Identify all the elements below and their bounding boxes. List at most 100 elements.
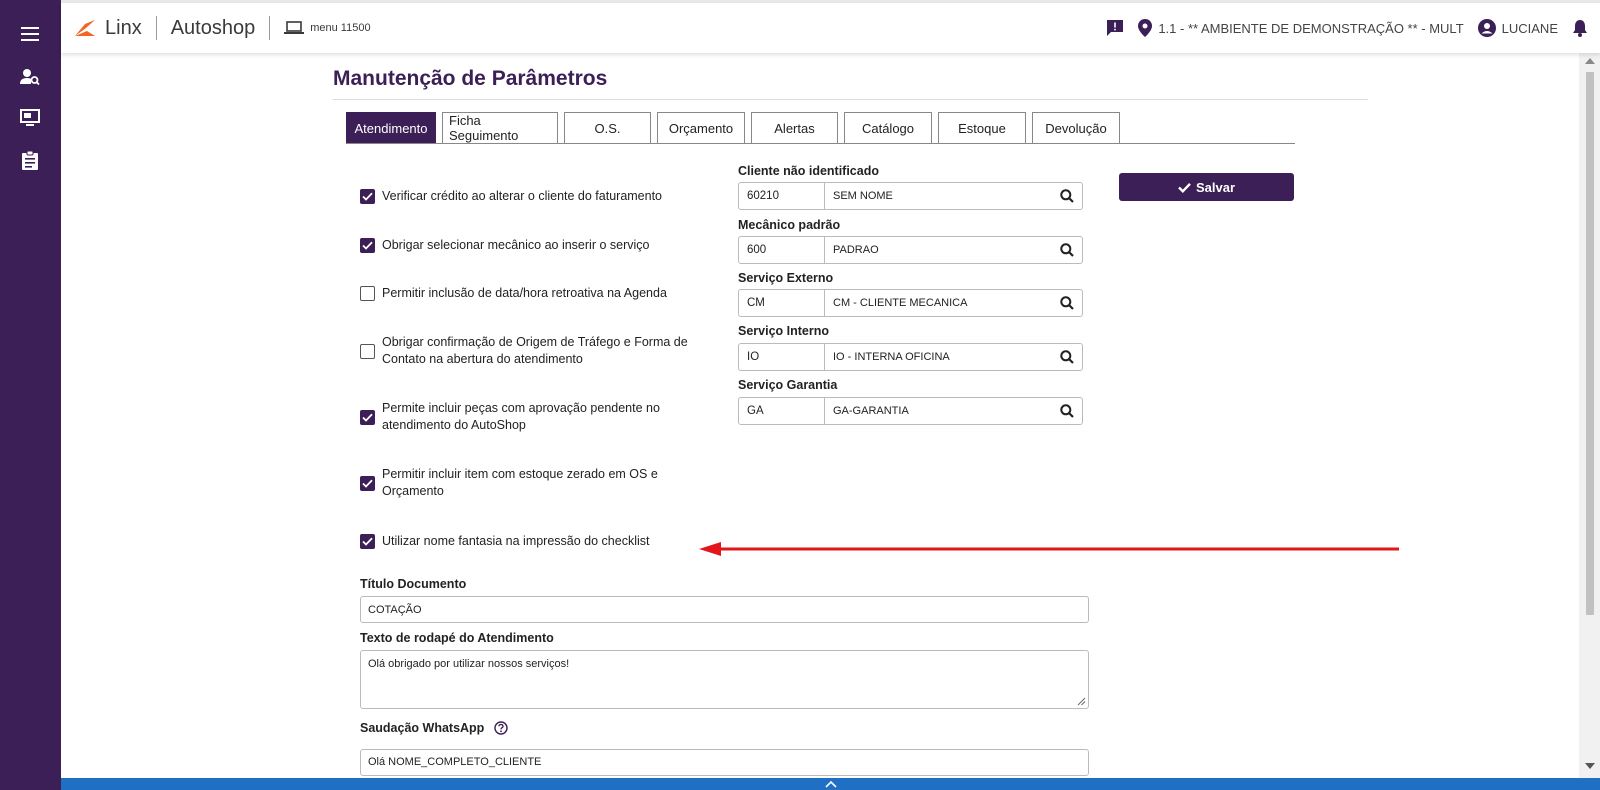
checkmark-icon [362, 192, 373, 201]
tab-estoque[interactable]: Estoque [938, 112, 1026, 143]
menu-ref-label: menu 11500 [310, 22, 371, 34]
checkbox-label: Utilizar nome fantasia na impressão do c… [382, 534, 650, 548]
titulo-documento-input[interactable]: COTAÇÃO [360, 596, 1089, 623]
lookup-desc-input[interactable]: GA-GARANTIA [825, 398, 1052, 424]
texto-rodape-value: Olá obrigado por utilizar nossos serviço… [368, 658, 570, 670]
scroll-down-icon[interactable] [1585, 763, 1595, 769]
texto-rodape-textarea[interactable]: Olá obrigado por utilizar nossos serviço… [360, 650, 1089, 709]
help-circle-icon[interactable] [494, 721, 509, 735]
account-circle-icon [1477, 19, 1496, 37]
notifications-button[interactable] [1572, 19, 1588, 37]
titulo-documento-label: Título Documento [360, 577, 467, 591]
lookup-label: Serviço Interno [738, 324, 829, 338]
environment-selector[interactable]: 1.1 - ** AMBIENTE DE DEMONSTRAÇÃO ** - M… [1138, 19, 1464, 37]
checkbox-nome-fantasia[interactable] [360, 534, 375, 549]
checkbox-row: Permitir incluir item com estoque zerado… [360, 466, 705, 500]
user-search-icon[interactable] [14, 62, 46, 92]
tab-devolucao[interactable]: Devolução [1032, 112, 1120, 143]
lookup-servico-externo: CM CM - CLIENTE MECANICA [738, 289, 1083, 317]
menu-reference[interactable]: menu 11500 [284, 21, 371, 35]
search-icon[interactable] [1052, 344, 1082, 370]
environment-label: 1.1 - ** AMBIENTE DE DEMONSTRAÇÃO ** - M… [1158, 20, 1464, 36]
lookup-desc-input[interactable]: SEM NOME [825, 183, 1052, 209]
lookup-servico-garantia: GA GA-GARANTIA [738, 397, 1083, 425]
tab-bar: Atendimento Ficha Seguimento O.S. Orçame… [346, 112, 1120, 143]
lookup-servico-interno: IO IO - INTERNA OFICINA [738, 343, 1083, 371]
checkbox-label: Obrigar selecionar mecânico ao inserir o… [382, 238, 650, 252]
checkbox-pecas-pendentes[interactable] [360, 409, 375, 425]
footer-bar[interactable] [61, 778, 1600, 790]
search-icon[interactable] [1052, 290, 1082, 316]
lookup-code-input[interactable]: 600 [739, 237, 825, 263]
save-button[interactable]: Salvar [1119, 173, 1294, 201]
tab-alertas[interactable]: Alertas [751, 112, 838, 143]
checkbox-estoque-zerado[interactable] [360, 475, 375, 491]
save-button-label: Salvar [1195, 179, 1236, 195]
clipboard-icon[interactable] [14, 145, 46, 175]
saudacao-input[interactable]: Olá NOME_COMPLETO_CLIENTE [360, 749, 1089, 776]
page-title: Manutenção de Parâmetros [333, 67, 608, 90]
search-icon[interactable] [1052, 398, 1082, 424]
user-menu[interactable]: LUCIANE [1477, 19, 1558, 37]
linx-logo-icon [75, 20, 95, 36]
saudacao-label: Saudação WhatsApp [360, 721, 485, 735]
checkbox-verificar-credito[interactable] [360, 189, 375, 204]
brand: Linx Autoshop [73, 16, 284, 40]
sidebar [0, 0, 61, 790]
lookup-code-input[interactable]: 60210 [739, 183, 825, 209]
brand-linx: Linx [105, 16, 142, 39]
tab-os[interactable]: O.S. [564, 112, 651, 143]
app-header: Linx Autoshop menu 11500 1.1 - ** AMBIEN… [61, 3, 1600, 53]
checkbox-label: Permite incluir peças com aprovação pend… [382, 401, 660, 432]
saudacao-label-row: Saudação WhatsApp [360, 721, 509, 735]
tab-orcamento[interactable]: Orçamento [657, 112, 745, 143]
brand-app: Autoshop [170, 16, 256, 39]
bell-icon [1573, 20, 1587, 37]
scrollbar-thumb[interactable] [1586, 72, 1594, 615]
hamburger-menu-icon[interactable] [14, 19, 46, 49]
lookup-mecanico-padrao: 600 PADRAO [738, 236, 1083, 264]
checkbox-row: Obrigar confirmação de Origem de Tráfego… [360, 334, 705, 368]
resize-handle-icon[interactable] [1077, 697, 1086, 706]
lookup-code-input[interactable]: IO [739, 344, 825, 370]
checkbox-row: Permite incluir peças com aprovação pend… [360, 400, 705, 434]
checkbox-obrigar-mecanico[interactable] [360, 238, 375, 253]
annotation-arrow [699, 542, 1399, 556]
check-icon [1178, 182, 1191, 193]
checkbox-label: Verificar crédito ao alterar o cliente d… [382, 189, 663, 203]
checkmark-icon [362, 413, 373, 422]
title-divider [333, 99, 1368, 100]
checkbox-row: Obrigar selecionar mecânico ao inserir o… [360, 237, 705, 254]
checkbox-label: Permitir incluir item com estoque zerado… [382, 467, 658, 498]
lookup-label: Serviço Garantia [738, 378, 838, 392]
checkbox-origem-trafego[interactable] [360, 343, 375, 359]
checkbox-row: Verificar crédito ao alterar o cliente d… [360, 188, 705, 205]
lookup-label: Mecânico padrão [738, 218, 841, 232]
lookup-desc-input[interactable]: PADRAO [825, 237, 1052, 263]
location-pin-icon [1138, 19, 1153, 37]
user-name: LUCIANE [1501, 20, 1558, 36]
lookup-label: Serviço Externo [738, 271, 834, 285]
search-icon[interactable] [1052, 237, 1082, 263]
main-content: Manutenção de Parâmetros Atendimento Fic… [61, 53, 1579, 778]
checkbox-data-retroativa[interactable] [360, 286, 375, 301]
feedback-icon [1107, 20, 1124, 36]
checkbox-label: Permitir inclusão de data/hora retroativ… [382, 286, 667, 300]
monitor-icon[interactable] [14, 103, 46, 133]
checkbox-row: Utilizar nome fantasia na impressão do c… [360, 533, 705, 550]
checkbox-label: Obrigar confirmação de Origem de Tráfego… [382, 335, 688, 366]
chevron-up-icon[interactable] [824, 780, 837, 788]
scroll-up-icon[interactable] [1585, 58, 1595, 64]
tab-atendimento[interactable]: Atendimento [346, 112, 436, 143]
tab-ficha-seguimento[interactable]: Ficha Seguimento [442, 112, 558, 143]
lookup-desc-input[interactable]: IO - INTERNA OFICINA [825, 344, 1052, 370]
brand-separator [155, 16, 157, 40]
tabs-divider [346, 143, 1295, 144]
lookup-desc-input[interactable]: CM - CLIENTE MECANICA [825, 290, 1052, 316]
lookup-code-input[interactable]: CM [739, 290, 825, 316]
tab-catalogo[interactable]: Catálogo [844, 112, 932, 143]
lookup-label: Cliente não identificado [738, 164, 879, 178]
feedback-button[interactable] [1106, 19, 1124, 37]
search-icon[interactable] [1052, 183, 1082, 209]
lookup-code-input[interactable]: GA [739, 398, 825, 424]
